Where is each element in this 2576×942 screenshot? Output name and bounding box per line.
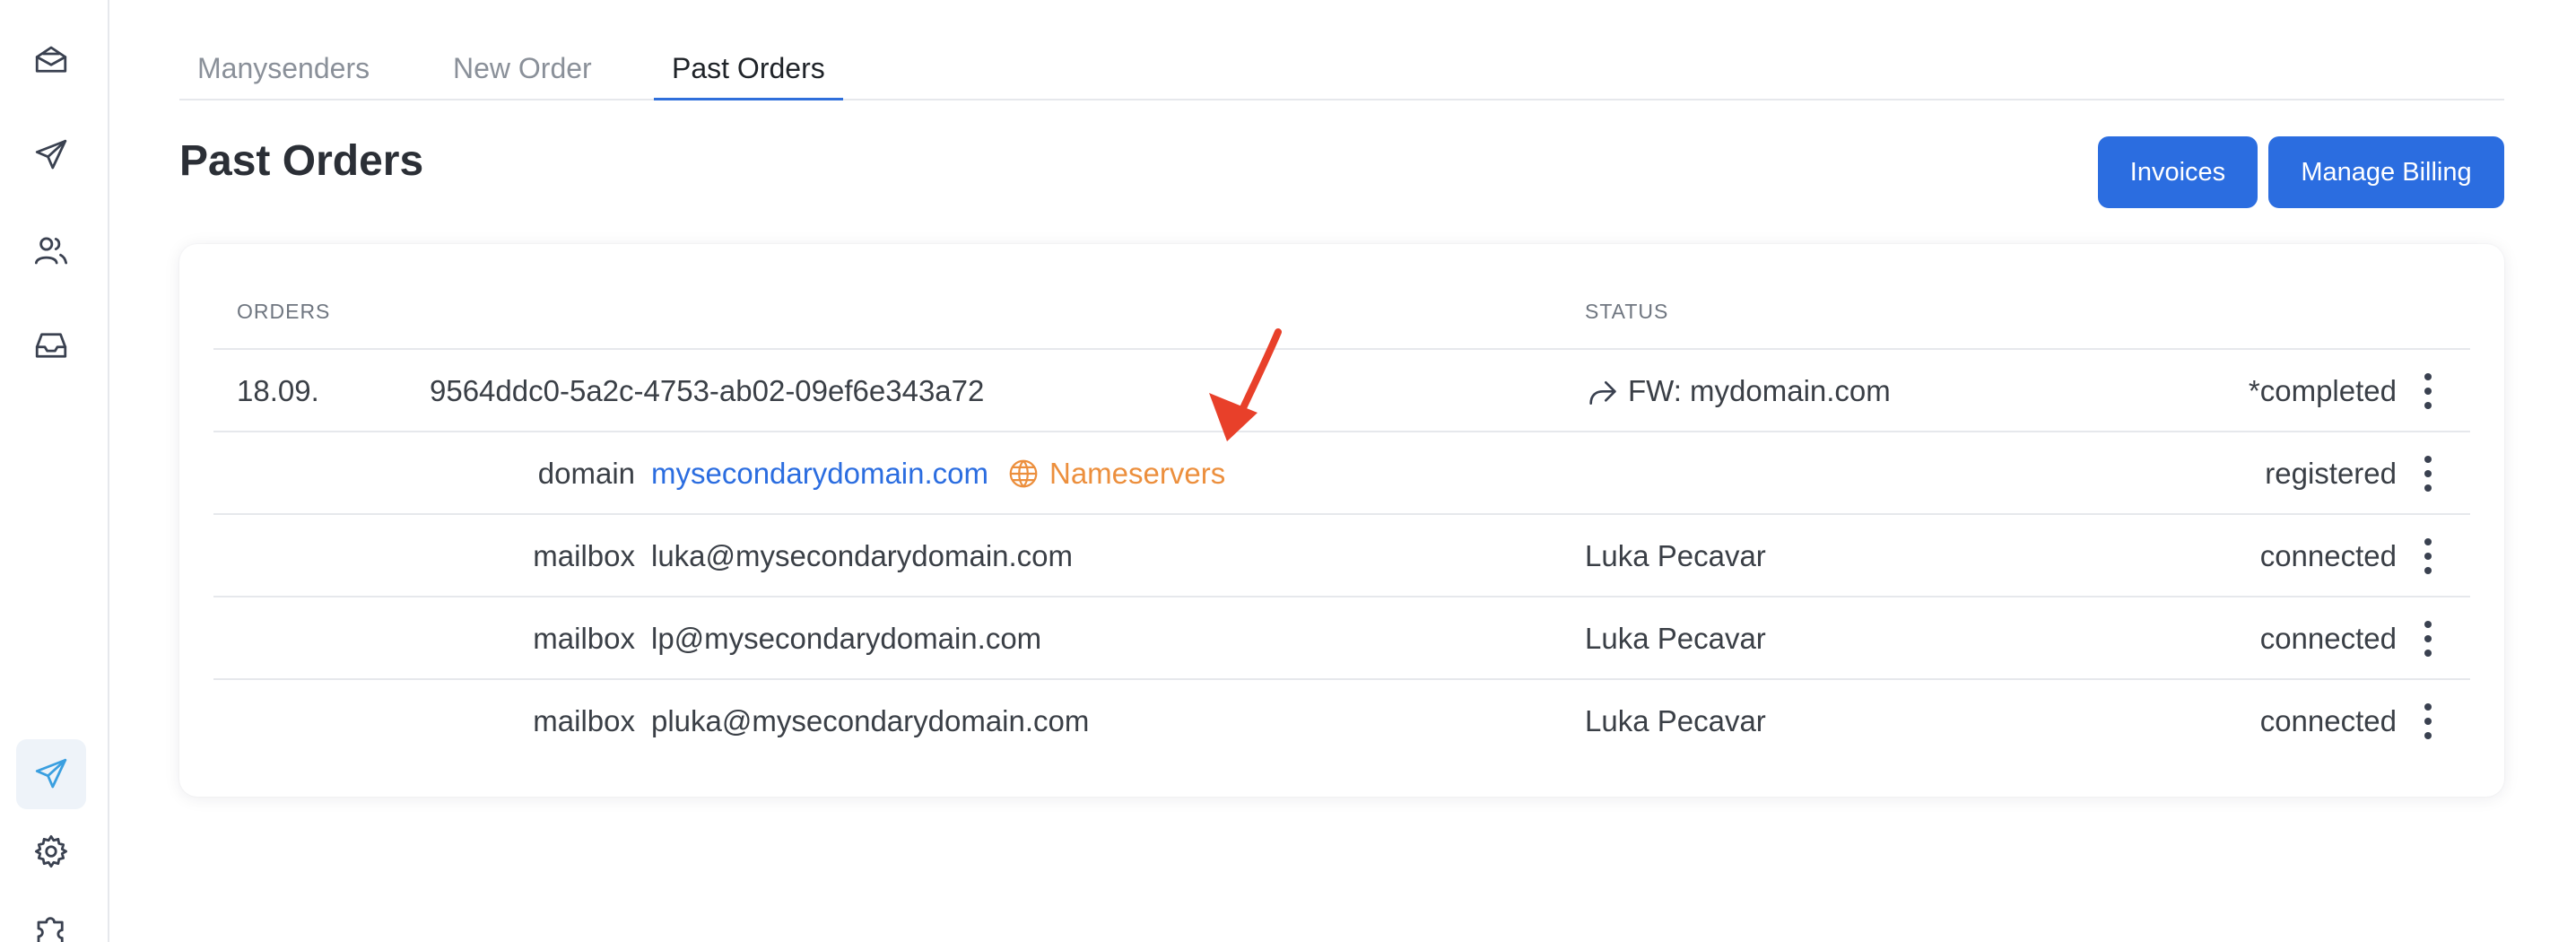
tab-new-order[interactable]: New Order (435, 36, 610, 100)
item-type: mailbox (533, 704, 635, 737)
inbox-icon[interactable] (16, 310, 86, 380)
users-icon[interactable] (16, 215, 86, 285)
order-item-row: domain mysecondarydomain.com Nameservers… (213, 431, 2470, 513)
mailbox-address: lp@mysecondarydomain.com (651, 622, 1042, 655)
mailbox-owner: Luka Pecavar (1585, 622, 1766, 655)
row-menu-icon[interactable] (2415, 619, 2441, 659)
mail-open-icon[interactable] (16, 25, 86, 95)
row-menu-icon[interactable] (2415, 371, 2441, 411)
order-item-row: mailbox luka@mysecondarydomain.com Luka … (213, 513, 2470, 596)
status-column-header: STATUS (1585, 300, 1669, 323)
order-item-row: mailbox pluka@mysecondarydomain.com Luka… (213, 678, 2470, 761)
send-icon[interactable] (16, 120, 86, 190)
orders-column-header: ORDERS (237, 300, 331, 323)
domain-link[interactable]: mysecondarydomain.com (651, 432, 988, 515)
send-active-icon[interactable] (16, 739, 86, 809)
row-menu-icon[interactable] (2415, 536, 2441, 576)
gear-icon[interactable] (16, 816, 86, 886)
sidebar (0, 0, 109, 942)
item-type: mailbox (533, 622, 635, 655)
page-title: Past Orders (179, 137, 424, 185)
order-subject-text: FW: mydomain.com (1628, 374, 1891, 407)
globe-icon (1009, 459, 1038, 488)
order-id: 9564ddc0-5a2c-4753-ab02-09ef6e343a72 (430, 374, 985, 407)
manage-billing-button[interactable]: Manage Billing (2268, 136, 2504, 208)
order-status: *completed (2248, 374, 2397, 407)
puzzle-icon[interactable] (16, 894, 86, 942)
tab-manysenders[interactable]: Manysenders (179, 36, 387, 100)
order-row[interactable]: 18.09. 9564ddc0-5a2c-4753-ab02-09ef6e343… (213, 348, 2470, 431)
mailbox-address: luka@mysecondarydomain.com (651, 539, 1074, 572)
item-status: connected (2259, 622, 2397, 655)
order-date: 18.09. (237, 374, 319, 407)
tab-bar: Manysenders New Order Past Orders (179, 36, 2504, 100)
invoices-button[interactable]: Invoices (2098, 136, 2258, 208)
mailbox-owner: Luka Pecavar (1585, 539, 1766, 572)
item-type: domain (537, 457, 635, 490)
order-subject: FW: mydomain.com (1585, 350, 1891, 432)
mailbox-address: pluka@mysecondarydomain.com (651, 704, 1090, 737)
item-type: mailbox (533, 539, 635, 572)
forward-icon (1589, 381, 1616, 406)
item-status: connected (2259, 704, 2397, 737)
row-menu-icon[interactable] (2415, 702, 2441, 741)
orders-card: ORDERS STATUS 18.09. 9564ddc0-5a2c-4753-… (179, 244, 2504, 797)
order-item-row: mailbox lp@mysecondarydomain.com Luka Pe… (213, 596, 2470, 678)
row-menu-icon[interactable] (2415, 454, 2441, 493)
tab-past-orders[interactable]: Past Orders (654, 36, 843, 100)
annotation-arrow-icon (1209, 328, 1282, 441)
item-status: registered (2265, 457, 2397, 490)
mailbox-owner: Luka Pecavar (1585, 704, 1766, 737)
item-status: connected (2259, 539, 2397, 572)
